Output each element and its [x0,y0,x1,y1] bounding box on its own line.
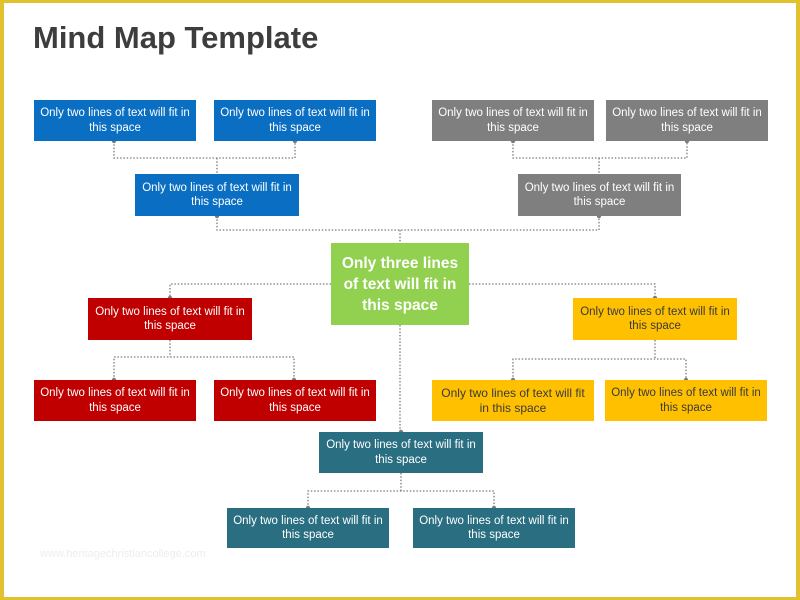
yellow-child-node-2[interactable]: Only two lines of text will fit in this … [605,380,767,421]
red-child-node-2[interactable]: Only two lines of text will fit in this … [214,380,376,421]
teal-child-node-1[interactable]: Only two lines of text will fit in this … [227,508,389,548]
connector-center-red [169,283,331,298]
gray-child-node-2[interactable]: Only two lines of text will fit in this … [606,100,768,141]
watermark-text: www.heritagechristiancollege.com [40,548,206,560]
teal-child-node-2[interactable]: Only two lines of text will fit in this … [413,508,575,548]
blue-child-node-2[interactable]: Only two lines of text will fit in this … [214,100,376,141]
gray-child-node-1[interactable]: Only two lines of text will fit in this … [432,100,594,141]
center-node[interactable]: Only three lines of text will fit in thi… [331,243,469,325]
connector-red-children [113,356,295,380]
connector-center-yellow [469,283,656,298]
blue-main-node[interactable]: Only two lines of text will fit in this … [135,174,299,216]
connector-yellow-children [512,358,687,380]
connector-gray-children [512,141,688,159]
red-main-node[interactable]: Only two lines of text will fit in this … [88,298,252,340]
yellow-main-node[interactable]: Only two lines of text will fit in this … [573,298,737,340]
connector-teal-children [307,490,495,508]
blue-child-node-1[interactable]: Only two lines of text will fit in this … [34,100,196,141]
connector-top-bus [216,216,600,231]
teal-main-node[interactable]: Only two lines of text will fit in this … [319,432,483,473]
yellow-child-node-1[interactable]: Only two lines of text will fit in this … [432,380,594,421]
red-child-node-1[interactable]: Only two lines of text will fit in this … [34,380,196,421]
connector-blue-children [113,141,296,159]
gray-main-node[interactable]: Only two lines of text will fit in this … [518,174,681,216]
